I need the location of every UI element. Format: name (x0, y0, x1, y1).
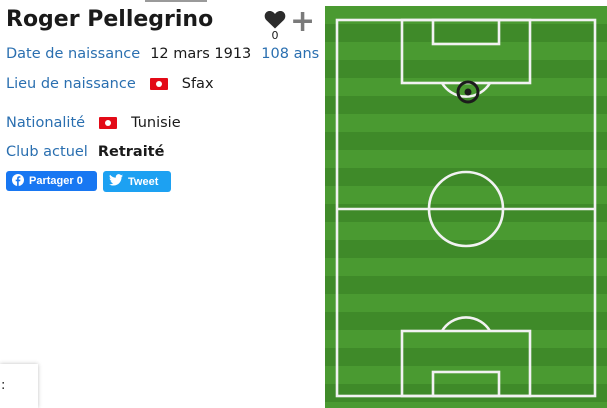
plus-icon[interactable]: + (290, 7, 315, 37)
heart-icon (264, 10, 286, 29)
bottom-goal-area (431, 370, 501, 398)
top-divider (145, 0, 207, 2)
nationality-value: Tunisie (131, 115, 181, 131)
tunisia-flag-icon (149, 78, 168, 90)
facebook-share-label: Partager 0 (29, 175, 83, 187)
birth-date-value: 12 mars 1913 (150, 46, 252, 62)
birth-place-label: Lieu de naissance (6, 76, 136, 92)
birth-place-value: Sfax (181, 76, 214, 92)
nationality-row: Nationalité Tunisie (6, 115, 181, 131)
top-penalty-area (400, 18, 532, 85)
football-pitch (325, 6, 607, 408)
position-marker-dot (464, 88, 472, 96)
corner-popup-text: : (1, 378, 6, 393)
nationality-label: Nationalité (6, 115, 86, 131)
age-value: 108 ans (261, 46, 320, 62)
tunisia-flag-icon (99, 117, 118, 129)
club-row: Club actuel Retraité (6, 144, 164, 160)
birth-place-row: Lieu de naissance Sfax (6, 76, 214, 92)
club-value: Retraité (97, 144, 165, 160)
top-goal-area (431, 18, 501, 46)
birth-date-row: Date de naissance 12 mars 1913 108 ans (6, 46, 319, 62)
bottom-penalty-area (400, 329, 532, 398)
facebook-share-button[interactable]: Partager 0 (6, 171, 97, 191)
twitter-icon (109, 174, 123, 189)
pitch-lines (335, 18, 597, 398)
tweet-label: Tweet (128, 175, 159, 188)
player-name: Roger Pellegrino (6, 7, 214, 32)
corner-popup: : (0, 364, 38, 408)
tweet-button[interactable]: Tweet (103, 171, 171, 192)
facebook-icon (12, 173, 24, 189)
bottom-penalty-arc (440, 316, 492, 332)
favorite-count: 0 (271, 29, 279, 42)
favorite-button[interactable]: 0 (264, 10, 286, 42)
birth-date-label: Date de naissance (6, 46, 141, 62)
club-label: Club actuel (6, 144, 88, 160)
